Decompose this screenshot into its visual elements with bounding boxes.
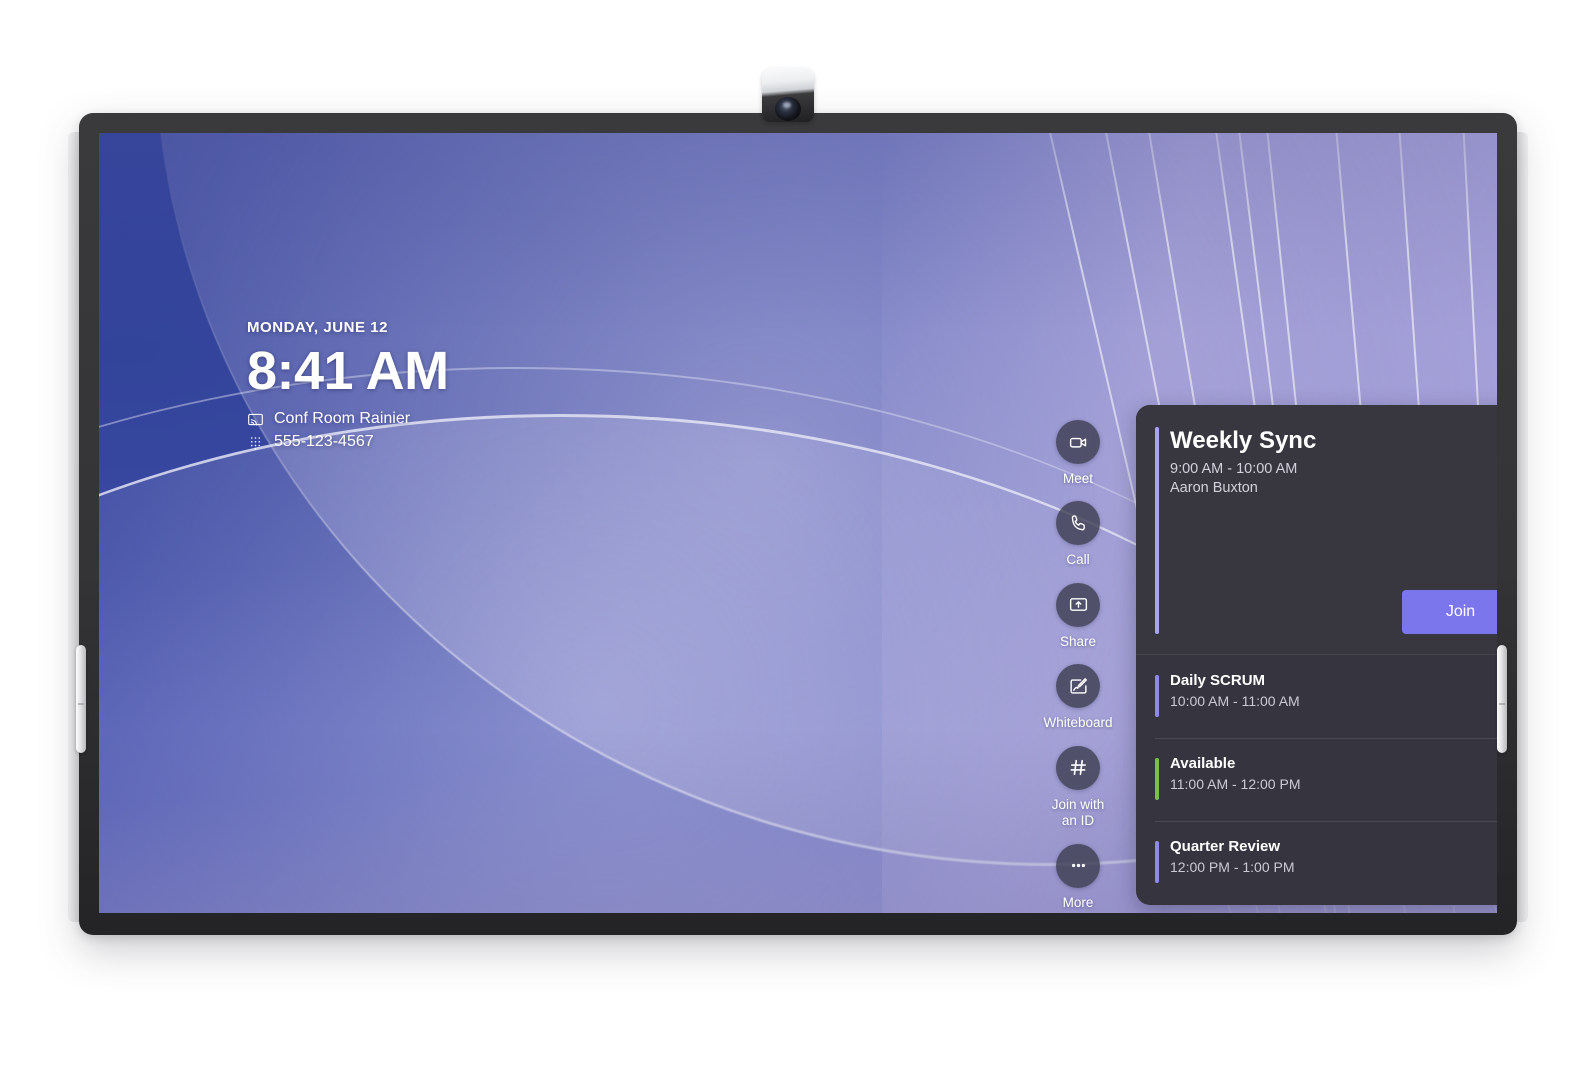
room-name-row: Conf Room Rainier xyxy=(247,410,449,428)
camera-lens-icon xyxy=(775,97,801,121)
rail-label-meet: Meet xyxy=(1062,471,1093,486)
rail-item-whiteboard[interactable]: Whiteboard xyxy=(1037,664,1119,731)
rail-item-share[interactable]: Share xyxy=(1037,582,1119,650)
agenda-row-accent-bar xyxy=(1155,841,1159,883)
cast-screen-icon xyxy=(247,411,264,428)
join-button[interactable]: Join xyxy=(1402,590,1497,634)
current-meeting-card[interactable]: Weekly Sync 9:00 AM - 10:00 AM Aaron Bux… xyxy=(1136,405,1497,655)
stylus-pen-left[interactable] xyxy=(76,645,86,753)
current-meeting-organizer: Aaron Buxton xyxy=(1170,480,1258,497)
current-date: MONDAY, JUNE 12 xyxy=(247,319,389,336)
agenda-row-title: Quarter Review xyxy=(1170,838,1281,855)
camera-module xyxy=(762,68,814,122)
dialpad-icon xyxy=(247,434,264,451)
room-phone-label: 555-123-4567 xyxy=(274,433,374,451)
agenda-row-time: 11:00 AM - 12:00 PM xyxy=(1170,776,1301,792)
current-meeting-time: 9:00 AM - 10:00 AM xyxy=(1170,461,1298,478)
rail-item-meet[interactable]: Meet xyxy=(1037,420,1119,487)
stylus-pen-right[interactable] xyxy=(1497,645,1507,753)
rail-item-call[interactable]: Call xyxy=(1037,501,1119,568)
agenda-row-quarter-review[interactable]: Quarter Review 12:00 PM - 1:00 PM xyxy=(1136,821,1497,904)
phone-handset-icon xyxy=(1056,501,1100,546)
rail-item-more[interactable]: More xyxy=(1037,843,1119,911)
room-phone-row: 555-123-4567 xyxy=(247,433,449,451)
ellipsis-icon xyxy=(1056,843,1100,888)
video-camera-icon xyxy=(1056,420,1100,464)
rail-label-join-with-an-id: Join with an ID xyxy=(1051,796,1105,829)
agenda-row-title: Available xyxy=(1170,755,1236,772)
current-meeting-details: Weekly Sync 9:00 AM - 10:00 AM Aaron Bux… xyxy=(1170,427,1482,496)
rail-label-share: Share xyxy=(1059,633,1097,649)
agenda-row-accent-bar xyxy=(1155,758,1159,800)
rail-label-more: More xyxy=(1062,894,1094,910)
agenda-row-time: 10:00 AM - 11:00 AM xyxy=(1170,693,1300,709)
whiteboard-pen-icon xyxy=(1056,664,1100,709)
agenda-panel: Weekly Sync 9:00 AM - 10:00 AM Aaron Bux… xyxy=(1136,405,1497,905)
display-screen: MONDAY, JUNE 12 8:41 AM Conf Room Rainie… xyxy=(99,133,1497,913)
rail-label-whiteboard: Whiteboard xyxy=(1043,715,1113,731)
current-time: 8:41 AM xyxy=(247,341,449,401)
current-meeting-accent-bar xyxy=(1155,427,1159,634)
room-name-label: Conf Room Rainier xyxy=(274,410,411,428)
agenda-row-title: Daily SCRUM xyxy=(1170,672,1266,689)
hash-icon xyxy=(1056,745,1100,790)
agenda-row-accent-bar xyxy=(1155,675,1159,717)
clock-block: MONDAY, JUNE 12 8:41 AM Conf Room Rainie… xyxy=(247,319,449,451)
agenda-row-time: 12:00 PM - 1:00 PM xyxy=(1170,859,1295,875)
agenda-row-daily-scrum[interactable]: Daily SCRUM 10:00 AM - 11:00 AM xyxy=(1136,655,1497,738)
device-screenshot: MONDAY, JUNE 12 8:41 AM Conf Room Rainie… xyxy=(0,0,1596,1080)
share-screen-icon xyxy=(1056,582,1100,627)
action-rail: Meet Call Share Whiteboard Join with an … xyxy=(1037,420,1119,913)
rail-label-call: Call xyxy=(1066,552,1090,568)
camera-lens-glint xyxy=(783,102,791,108)
current-meeting-title: Weekly Sync xyxy=(1170,427,1317,454)
agenda-row-available[interactable]: Available 11:00 AM - 12:00 PM xyxy=(1136,738,1497,821)
rail-item-join-with-an-id[interactable]: Join with an ID xyxy=(1037,745,1119,830)
